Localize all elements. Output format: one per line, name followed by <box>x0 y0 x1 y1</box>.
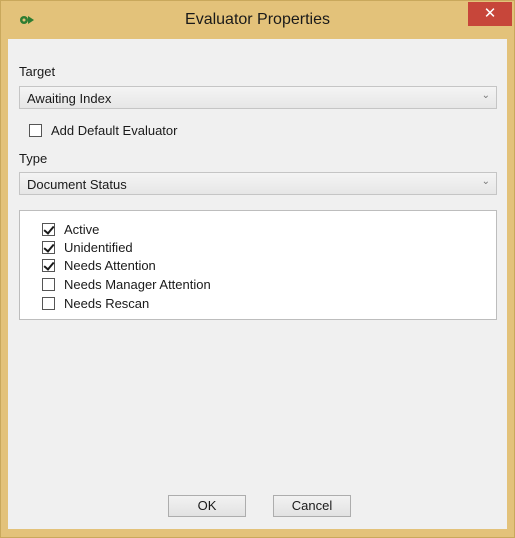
chevron-down-icon: ⌄ <box>481 90 490 101</box>
window-title: Evaluator Properties <box>185 11 330 28</box>
type-label: Type <box>19 151 48 166</box>
active-label: Active <box>64 222 100 237</box>
add-default-evaluator-label: Add Default Evaluator <box>51 123 178 138</box>
target-dropdown[interactable]: Awaiting Index ⌄ <box>19 86 497 109</box>
close-button[interactable]: ✕ <box>468 2 512 26</box>
add-default-evaluator-checkbox[interactable] <box>29 124 42 137</box>
target-label: Target <box>19 64 56 79</box>
needs-attention-label: Needs Attention <box>64 258 156 273</box>
cancel-button[interactable]: Cancel <box>273 495 351 517</box>
needs-rescan-checkbox[interactable] <box>42 297 55 310</box>
unidentified-label: Unidentified <box>64 240 133 255</box>
status-list[interactable]: Active Unidentified Needs Attention Need… <box>19 210 497 320</box>
type-dropdown-value: Document Status <box>27 177 127 192</box>
chevron-down-icon: ⌄ <box>481 176 490 187</box>
title-bar[interactable]: Evaluator Properties ✕ <box>1 1 514 39</box>
needs-manager-attention-checkbox[interactable] <box>42 278 55 291</box>
target-dropdown-value: Awaiting Index <box>27 91 112 106</box>
evaluator-properties-window: Evaluator Properties ✕ Target Awaiting I… <box>0 0 515 538</box>
unidentified-checkbox[interactable] <box>42 241 55 254</box>
dialog-body: Target Awaiting Index ⌄ Add Default Eval… <box>8 39 507 529</box>
needs-rescan-label: Needs Rescan <box>64 296 150 311</box>
ok-button[interactable]: OK <box>168 495 246 517</box>
needs-attention-checkbox[interactable] <box>42 259 55 272</box>
type-dropdown[interactable]: Document Status ⌄ <box>19 172 497 195</box>
active-checkbox[interactable] <box>42 223 55 236</box>
close-icon: ✕ <box>483 5 497 22</box>
needs-manager-attention-label: Needs Manager Attention <box>64 277 211 292</box>
